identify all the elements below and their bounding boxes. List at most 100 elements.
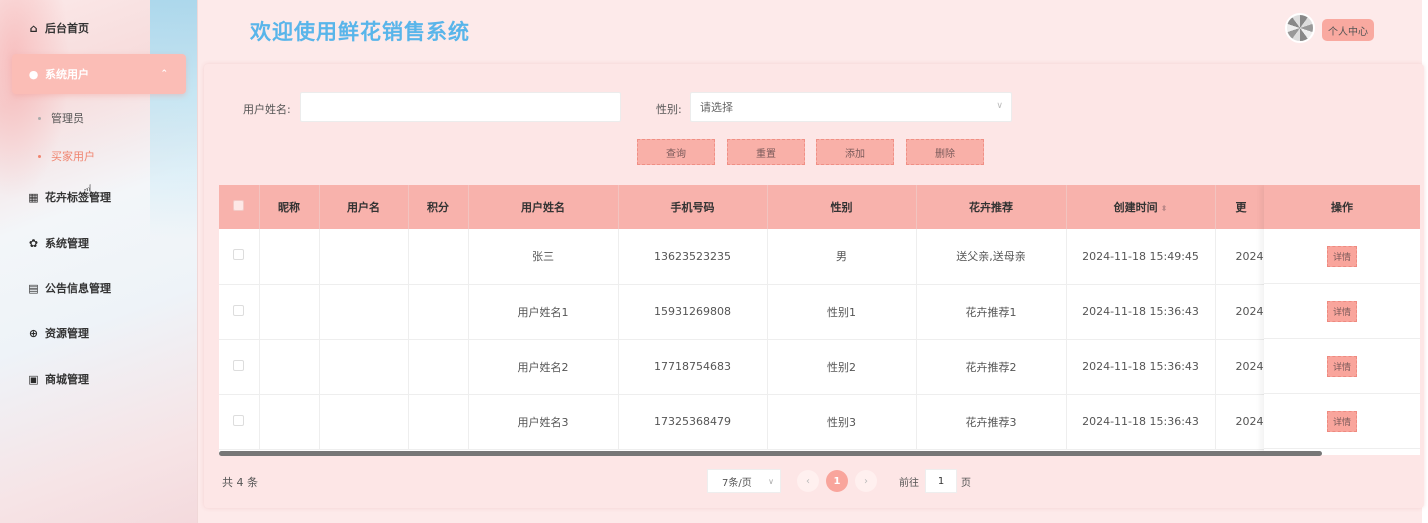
cell-name: 用户姓名1 [468,284,619,340]
gender-filter-select[interactable]: 请选择 ∨ [690,92,1012,122]
column-header-label: 创建时间 [1113,201,1158,214]
bullet-icon [38,154,41,158]
name-filter-label: 用户姓名: [243,103,291,116]
profile-button[interactable]: 个人中心 [1322,19,1374,41]
table-row[interactable]: 张三 13623523235 男 送父亲,送母亲 2024-11-18 15:4… [219,229,1420,285]
header: 欢迎使用鲜花销售系统 个人中心 [198,0,1428,60]
page-size-select[interactable]: 7条/页 ∨ [707,469,781,493]
page-suffix-label: 页 [961,478,971,489]
reset-button[interactable]: 重置 [727,139,805,165]
row-select-cell[interactable] [219,229,260,285]
table-row[interactable]: 用户姓名3 17325368479 性别3 花卉推荐3 2024-11-18 1… [219,394,1420,450]
sidebar: ⌂ 后台首页 ● 系统用户 ⌃ 管理员 买家用户 ▦ 花卉标签管理 ✿ 系统管理… [0,0,198,523]
cell-name: 张三 [468,229,619,285]
grid-icon: ▦ [28,190,39,204]
select-all-cell[interactable] [219,185,260,229]
name-filter-input[interactable] [300,92,621,122]
main-panel: 用户姓名: 性别: 请选择 ∨ 查询 重置 添加 删除 昵称 用户名 积分 用户… [204,64,1424,508]
row-select-cell[interactable] [219,394,260,450]
cell-username [319,284,409,340]
sidebar-item-label: 公告信息管理 [45,282,111,295]
sidebar-item-label: 后台首页 [45,22,89,35]
gear-icon: ✿ [28,236,39,250]
current-page-button[interactable]: 1 [826,470,848,492]
cell-name: 用户姓名2 [468,339,619,395]
sidebar-subitem-label: 买家用户 [51,150,95,163]
sidebar-item-label: 系统管理 [45,237,89,250]
sidebar-item-label: 资源管理 [45,327,89,340]
chevron-up-icon: ⌃ [160,69,168,79]
next-page-button[interactable]: › [855,470,877,492]
sidebar-subitem-buyer[interactable]: 买家用户 [38,148,95,164]
sidebar-item-mall[interactable]: ▣ 商城管理 [12,359,186,399]
cell-username [319,339,409,395]
detail-button[interactable]: 详情 [1326,410,1357,432]
cursor-pointer-icon: ☝ [83,181,93,200]
mail-icon: ▣ [28,372,39,386]
goto-label: 前往 [899,478,919,489]
row-select-cell[interactable] [219,284,260,340]
cell-phone: 15931269808 [618,284,768,340]
column-header-sortable[interactable]: 创建时间 ⬍ [1066,185,1216,229]
query-button[interactable]: 查询 [637,139,715,165]
cell-points [408,229,469,285]
detail-button[interactable]: 详情 [1326,300,1357,322]
column-header: 积分 [408,185,469,229]
column-header: 用户名 [319,185,409,229]
table-row[interactable]: 用户姓名2 17718754683 性别2 花卉推荐2 2024-11-18 1… [219,339,1420,395]
cell-gender: 性别3 [767,394,917,450]
operations-cell: 详情 [1264,394,1420,449]
sidebar-item-system-users[interactable]: ● 系统用户 ⌃ [12,54,186,94]
avatar[interactable] [1285,13,1315,43]
add-button[interactable]: 添加 [816,139,894,165]
sidebar-item-announcements[interactable]: ▤ 公告信息管理 [12,268,186,308]
cell-phone: 17325368479 [618,394,768,450]
cell-points [408,339,469,395]
horizontal-scrollbar[interactable] [219,451,1322,456]
row-checkbox[interactable] [233,249,245,261]
cell-created: 2024-11-18 15:36:43 [1066,394,1216,450]
column-header: 手机号码 [618,185,768,229]
operations-column: 操作 详情 详情 详情 详情 [1264,185,1420,455]
sidebar-item-home[interactable]: ⌂ 后台首页 [12,8,186,48]
table-row[interactable]: 用户姓名1 15931269808 性别1 花卉推荐1 2024-11-18 1… [219,284,1420,340]
row-checkbox[interactable] [233,359,245,371]
add-button-label: 添加 [845,148,865,160]
cell-created: 2024-11-18 15:36:43 [1066,284,1216,340]
sidebar-item-resources[interactable]: ⊕ 资源管理 [12,313,186,353]
sidebar-item-label: 花卉标签管理 [45,191,111,204]
row-checkbox[interactable] [233,304,245,316]
cell-recommend: 送父亲,送母亲 [916,229,1067,285]
detail-button[interactable]: 详情 [1326,245,1357,267]
column-header: 操作 [1264,185,1420,229]
detail-button[interactable]: 详情 [1326,355,1357,377]
sidebar-item-flower-tags[interactable]: ▦ 花卉标签管理 [12,177,186,217]
delete-button[interactable]: 删除 [906,139,984,165]
operations-cell: 详情 [1264,284,1420,339]
cell-points [408,394,469,450]
prev-page-button[interactable]: ‹ [797,470,819,492]
cell-nickname [259,339,320,395]
user-icon: ● [28,67,39,81]
column-header: 花卉推荐 [916,185,1067,229]
page-size-value: 7条/页 [722,477,752,489]
sidebar-item-system-manage[interactable]: ✿ 系统管理 [12,223,186,263]
sidebar-item-label: 商城管理 [45,373,89,386]
row-select-cell[interactable] [219,339,260,395]
cell-created: 2024-11-18 15:36:43 [1066,339,1216,395]
cell-recommend: 花卉推荐3 [916,394,1067,450]
goto-page-input[interactable]: 1 [925,469,957,493]
row-checkbox[interactable] [233,414,245,426]
column-header: 性别 [767,185,917,229]
cell-nickname [259,284,320,340]
cell-points [408,284,469,340]
gender-filter-label: 性别: [656,103,682,116]
sort-icon[interactable]: ⬍ [1161,204,1168,213]
cell-created: 2024-11-18 15:49:45 [1066,229,1216,285]
sidebar-subitem-admin[interactable]: 管理员 [38,110,84,126]
select-all-checkbox[interactable] [233,200,245,211]
data-table: 昵称 用户名 积分 用户姓名 手机号码 性别 花卉推荐 创建时间 ⬍ 更 张三 … [219,185,1420,455]
total-count: 共 4 条 [222,476,258,489]
cell-username [319,229,409,285]
column-header: 用户姓名 [468,185,619,229]
